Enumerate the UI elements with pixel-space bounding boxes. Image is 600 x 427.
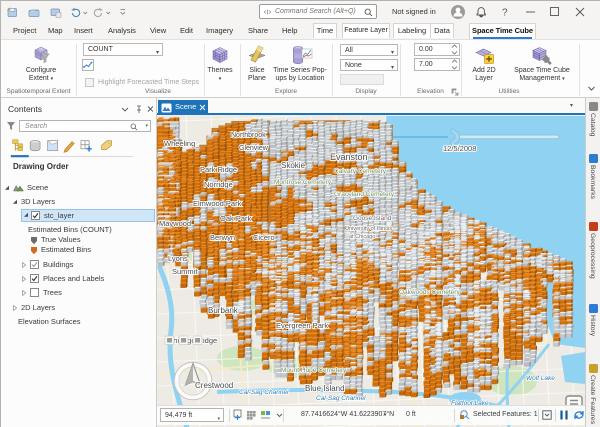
svg-text:Skokie: Skokie xyxy=(281,161,306,170)
svg-text:Maywood: Maywood xyxy=(159,219,191,228)
svg-text:Burbank: Burbank xyxy=(208,306,239,315)
svg-text:Calvary Cemetery: Calvary Cemetery xyxy=(334,168,387,175)
svg-text:Oakwoods Cemetery: Oakwoods Cemetery xyxy=(399,289,460,296)
svg-text:Montrose Cemetery: Montrose Cemetery xyxy=(274,179,332,186)
svg-text:Evergreen Park: Evergreen Park xyxy=(276,321,328,330)
svg-text:Northbrook: Northbrook xyxy=(231,132,266,139)
svg-text:Graceland Cemetery: Graceland Cemetery xyxy=(334,191,395,198)
svg-text:University of Illinois: University of Illinois xyxy=(345,226,392,232)
svg-text:Glenview: Glenview xyxy=(239,145,269,152)
svg-text:Evanston: Evanston xyxy=(330,152,368,162)
svg-text:Summit: Summit xyxy=(172,267,198,276)
svg-text:Wheeling: Wheeling xyxy=(164,139,195,148)
svg-text:12/5/2008: 12/5/2008 xyxy=(443,144,476,153)
svg-text:Cicero: Cicero xyxy=(253,233,275,242)
svg-text:Berwyn: Berwyn xyxy=(210,233,235,242)
svg-text:Cal-Sag Channel: Cal-Sag Channel xyxy=(239,389,289,396)
svg-text:Goose Island: Goose Island xyxy=(353,215,392,222)
svg-text:Chicago Ridge: Chicago Ridge xyxy=(168,336,217,345)
svg-text:Mount Hope Cemetery: Mount Hope Cemetery xyxy=(281,367,347,374)
svg-text:Park Ridge: Park Ridge xyxy=(200,165,237,174)
svg-text:Crestwood: Crestwood xyxy=(195,381,233,390)
svg-text:Norridge: Norridge xyxy=(204,180,233,189)
svg-text:?: ? xyxy=(502,8,508,19)
svg-text:Elmwood Park: Elmwood Park xyxy=(193,199,242,208)
svg-text:Lyons: Lyons xyxy=(168,254,188,263)
svg-text:Wolf Lake: Wolf Lake xyxy=(526,375,555,382)
svg-text:Cal-Sag Channel: Cal-Sag Channel xyxy=(316,395,366,402)
svg-text:Blue Island: Blue Island xyxy=(305,384,345,393)
svg-text:Oak Park: Oak Park xyxy=(220,214,252,223)
svg-text:at Chicago: at Chicago xyxy=(349,234,375,240)
